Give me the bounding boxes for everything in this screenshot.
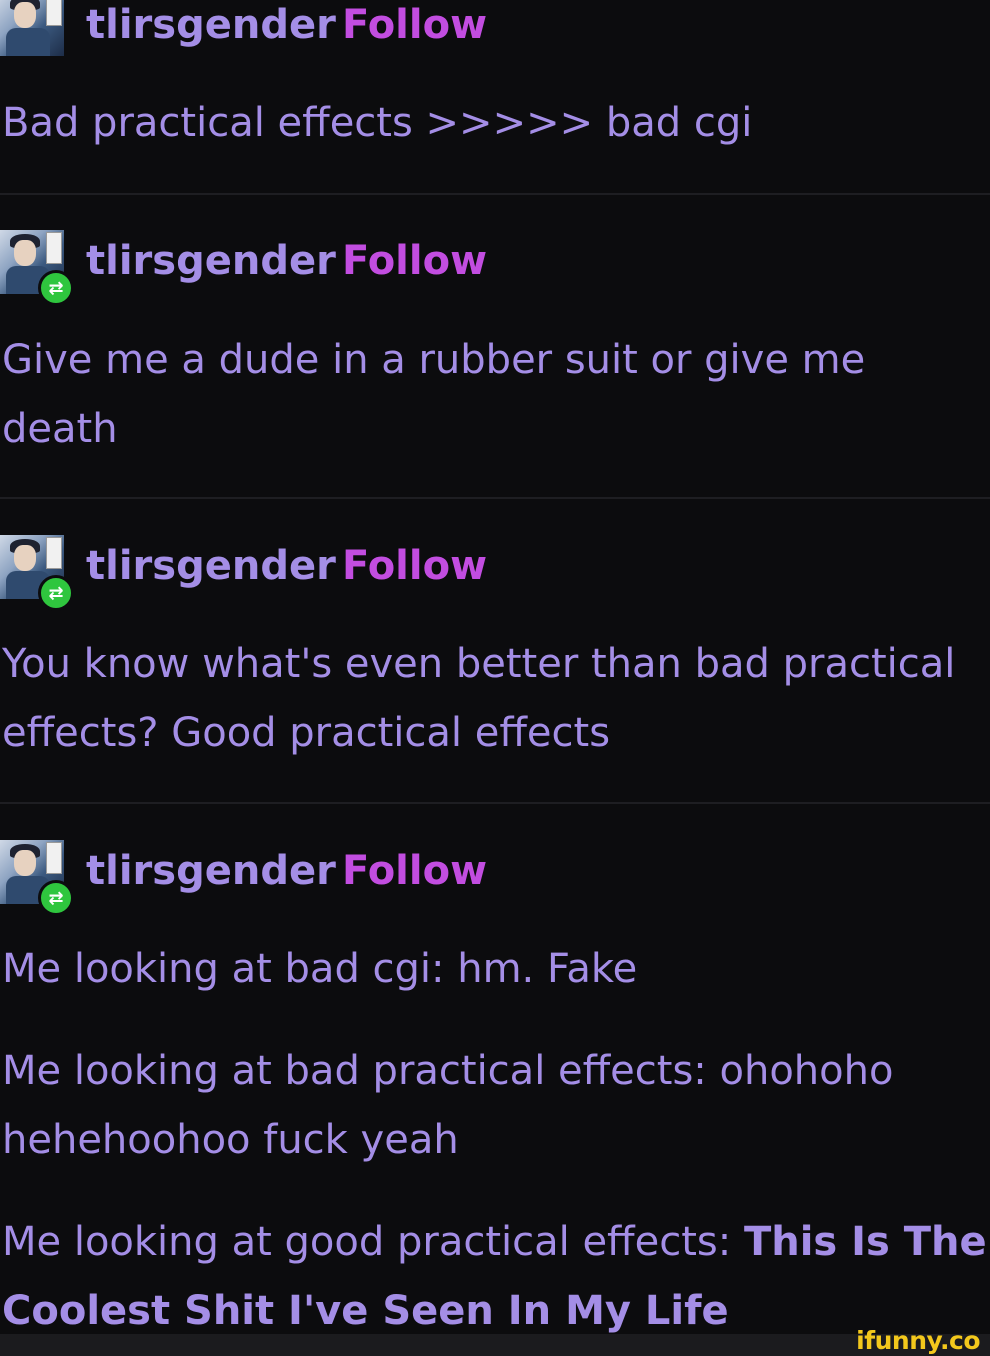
avatar[interactable]: ⇄ xyxy=(0,535,74,611)
post-text: Me looking at bad cgi: hm. Fake xyxy=(2,946,638,992)
watermark-logo: ifunny.co xyxy=(856,1326,980,1355)
post-text: You know what's even better than bad pra… xyxy=(2,641,956,756)
username-link[interactable]: tlirsgender xyxy=(86,238,336,284)
reblog-icon: ⇄ xyxy=(38,270,74,306)
reblog-icon: ⇄ xyxy=(38,575,74,611)
post-text-plain: Me looking at good practical effects: xyxy=(2,1219,732,1265)
username-link[interactable]: tlirsgender xyxy=(86,543,336,589)
follow-button[interactable]: Follow xyxy=(342,543,487,589)
follow-button[interactable]: Follow xyxy=(342,2,487,48)
post-text: Give me a dude in a rubber suit or give … xyxy=(2,337,866,452)
avatar[interactable]: ⇄ xyxy=(0,840,74,916)
follow-button[interactable]: Follow xyxy=(342,848,487,894)
avatar[interactable]: ⇄ xyxy=(0,230,74,306)
avatar[interactable] xyxy=(0,0,64,56)
post-text: Me looking at bad practical effects: oho… xyxy=(2,1048,894,1163)
reblog-icon: ⇄ xyxy=(38,880,74,916)
footer-bar xyxy=(0,1334,990,1356)
username-link[interactable]: tlirsgender xyxy=(86,2,336,48)
post-text: Bad practical effects >>>>> bad cgi xyxy=(2,100,753,146)
divider xyxy=(0,802,990,804)
post-text: Me looking at good practical effects: Th… xyxy=(2,1208,988,1346)
divider xyxy=(0,193,990,195)
divider xyxy=(0,497,990,499)
follow-button[interactable]: Follow xyxy=(342,238,487,284)
username-link[interactable]: tlirsgender xyxy=(86,848,336,894)
